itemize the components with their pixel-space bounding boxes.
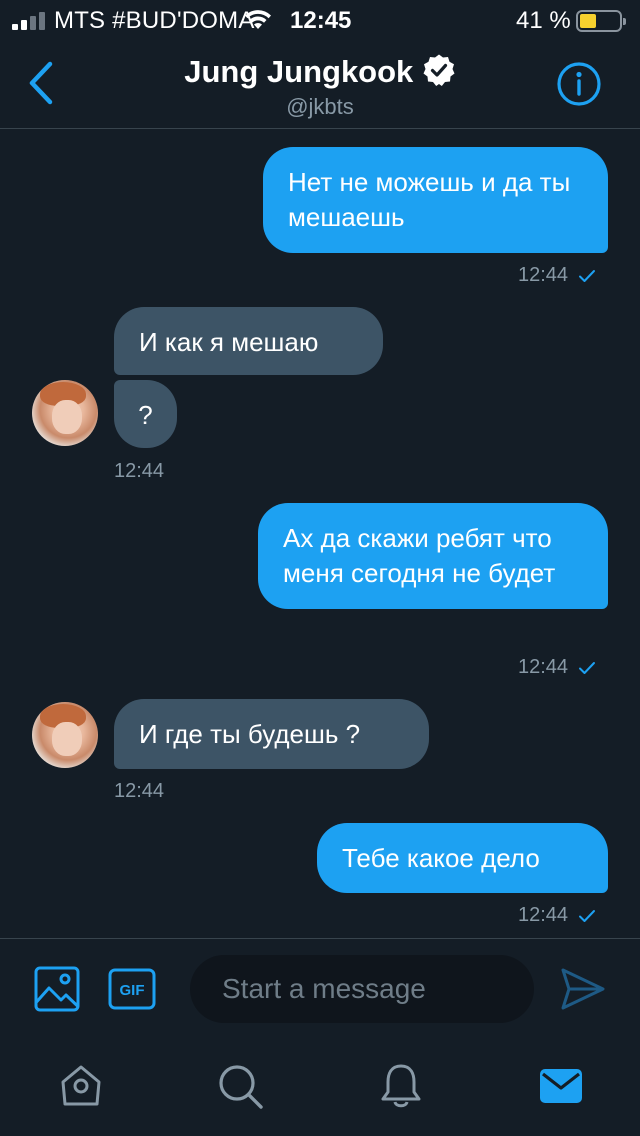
incoming-message-bubble[interactable]: И как я мешаю [114, 307, 383, 375]
message-timestamp: 12:44 [518, 264, 596, 287]
message-timestamp: 12:44 [114, 780, 165, 802]
read-check-icon [579, 909, 596, 922]
search-icon[interactable] [216, 1062, 264, 1110]
conversation-title[interactable]: Jung Jungkook [184, 54, 413, 90]
message-composer: GIF [0, 938, 640, 1038]
message-timestamp: 12:44 [114, 460, 165, 482]
status-bar: MTS #BUD'DOMA 12:45 41 % [0, 0, 640, 40]
incoming-message-bubble[interactable]: ? [114, 380, 177, 448]
carrier-name: MTS #BUD'DOMA [54, 7, 255, 34]
title-row: Jung Jungkook [0, 54, 640, 90]
read-check-icon [579, 269, 596, 282]
incoming-message-bubble[interactable]: И где ты будешь ? [114, 699, 429, 769]
timestamp-text: 12:44 [518, 264, 569, 286]
verified-badge-icon [423, 54, 455, 86]
send-icon[interactable] [560, 967, 606, 1011]
outgoing-message-bubble[interactable]: Нет не можешь и да ты мешаешь [263, 147, 608, 253]
message-timestamp: 12:44 [518, 904, 596, 927]
battery-icon [576, 10, 626, 32]
conversation-header: Jung Jungkook @jkbts [0, 40, 640, 129]
signal-strength-icon [12, 12, 46, 30]
message-input[interactable] [190, 955, 534, 1023]
bell-icon[interactable] [377, 1062, 425, 1110]
battery-percentage: 41 % [516, 7, 571, 34]
read-check-icon [579, 661, 596, 674]
gif-label: GIF [120, 982, 145, 999]
wifi-icon [245, 10, 271, 29]
mail-icon[interactable] [537, 1062, 585, 1110]
gif-button[interactable]: GIF [108, 968, 156, 1010]
avatar[interactable] [32, 380, 98, 446]
battery-fill [580, 14, 596, 28]
bottom-tab-bar [0, 1038, 640, 1136]
image-icon[interactable] [34, 966, 80, 1012]
timestamp-text: 12:44 [518, 904, 569, 926]
message-timestamp: 12:44 [518, 656, 596, 679]
info-icon[interactable] [556, 61, 602, 107]
outgoing-message-bubble[interactable]: Тебе какое дело [317, 823, 608, 893]
outgoing-message-bubble[interactable]: Ах да скажи ребят что меня сегодня не бу… [258, 503, 608, 609]
status-time: 12:45 [290, 7, 352, 34]
user-handle: @jkbts [286, 94, 354, 119]
home-icon[interactable] [57, 1062, 105, 1110]
message-list[interactable]: Нет не можешь и да ты мешаешь 12:44 И ка… [0, 130, 640, 938]
timestamp-text: 12:44 [518, 656, 569, 678]
avatar[interactable] [32, 702, 98, 768]
